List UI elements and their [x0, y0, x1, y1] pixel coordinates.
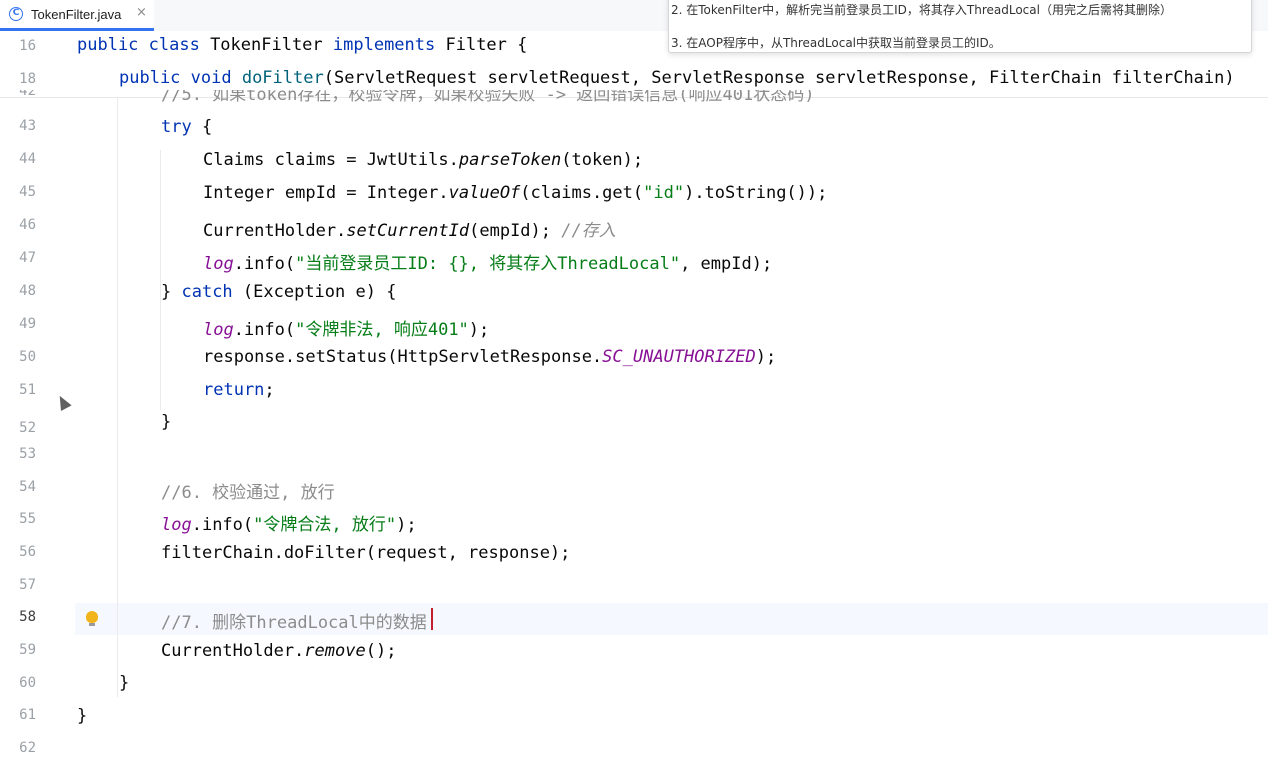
code-text: response.setStatus(HttpServletResponse.: [203, 347, 603, 367]
code-text: );: [755, 347, 777, 367]
code-line-50: response.setStatus(HttpServletResponse.S…: [203, 347, 776, 367]
code-text: );: [468, 320, 490, 340]
line-number: 42: [19, 90, 36, 99]
method-call: setCurrentId: [346, 221, 470, 241]
note-line-2: 2. 在TokenFilter中，解析完当前登录员工ID，将其存入ThreadL…: [671, 3, 1172, 17]
code-text: (ServletRequest servletRequest, ServletR…: [323, 68, 1235, 88]
code-line-49: log.info("令牌非法, 响应401");: [203, 315, 489, 340]
code-line-47: log.info("当前登录员工ID: {}, 将其存入ThreadLocal"…: [203, 249, 772, 274]
keyword: public class: [77, 35, 211, 55]
comment: //5. 如果token存在，校验令牌，如果校验失败 -> 返回错误信息(响应4…: [161, 90, 815, 104]
text-caret: [431, 608, 433, 630]
code-text: .info(: [191, 515, 254, 535]
code-line-59: CurrentHolder.remove();: [161, 641, 396, 661]
method-name: doFilter: [241, 68, 324, 88]
string-literal: "令牌非法, 响应401": [295, 320, 469, 340]
field-log: log: [203, 254, 234, 274]
code-line-52: }: [161, 412, 172, 432]
code-text: ();: [365, 641, 397, 661]
code-text: CurrentHolder.: [203, 221, 347, 241]
string-literal: "令牌合法, 放行": [253, 515, 397, 535]
code-text: , empId);: [680, 254, 773, 274]
code-text: .info(: [233, 254, 296, 274]
code-text: (Exception e) {: [232, 282, 397, 302]
code-line-58: //7. 删除ThreadLocal中的数据: [161, 608, 427, 633]
keyword: try: [161, 117, 192, 137]
keyword: return: [203, 380, 265, 400]
partial-line-42: 42 //5. 如果token存在，校验令牌，如果校验失败 -> 返回错误信息(…: [0, 90, 1268, 104]
note-line-3: 3. 在AOP程序中，从ThreadLocal中获取当前登录员工的ID。: [671, 36, 1001, 50]
code-text: Filter {: [445, 35, 528, 55]
constant-field: SC_UNAUTHORIZED: [602, 347, 756, 367]
code-text: (claims.get(: [520, 183, 644, 203]
code-text: CurrentHolder.: [161, 641, 305, 661]
class-name: TokenFilter: [210, 35, 333, 55]
code-text: .info(: [233, 320, 296, 340]
comment: //6. 校验通过, 放行: [161, 483, 335, 503]
code-line-46: CurrentHolder.setCurrentId(empId); //存入: [203, 216, 616, 241]
code-text: (empId);: [469, 221, 562, 241]
string-literal: "当前登录员工ID: {}, 将其存入ThreadLocal": [295, 254, 681, 274]
code-text: (token);: [561, 150, 644, 170]
keyword: implements: [332, 35, 446, 55]
sticky-line-18[interactable]: public void doFilter(ServletRequest serv…: [119, 68, 1235, 88]
field-log: log: [161, 515, 192, 535]
code-text: Integer empId = Integer.: [203, 183, 449, 203]
code-line-54: //6. 校验通过, 放行: [161, 478, 335, 503]
code-line-60: }: [119, 673, 130, 693]
code-line-45: Integer empId = Integer.valueOf(claims.g…: [203, 183, 827, 203]
code-text: {: [191, 117, 213, 137]
code-text: Claims claims = JwtUtils.: [203, 150, 459, 170]
method-call: parseToken: [458, 150, 562, 170]
keyword: public void: [119, 68, 242, 88]
code-line-48: } catch (Exception e) {: [161, 282, 396, 302]
code-line-51: return;: [203, 380, 275, 400]
comment: //7. 删除ThreadLocal中的数据: [161, 613, 427, 633]
field-log: log: [203, 320, 234, 340]
line-number: 18: [19, 71, 36, 87]
keyword: catch: [181, 282, 233, 302]
method-call: valueOf: [448, 183, 521, 203]
line-number: 16: [19, 38, 36, 54]
code-text: }: [161, 282, 182, 302]
code-text: ).toString());: [684, 183, 828, 203]
comment: //存入: [561, 221, 616, 241]
method-call: remove: [304, 641, 366, 661]
code-line-56: filterChain.doFilter(request, response);: [161, 543, 571, 563]
lightbulb-icon[interactable]: [86, 611, 98, 626]
sticky-line-16[interactable]: public class TokenFilter implements Filt…: [77, 35, 527, 55]
code-line-61: }: [77, 706, 88, 726]
code-line-43: try {: [161, 117, 212, 137]
code-line-55: log.info("令牌合法, 放行");: [161, 510, 417, 535]
string-literal: "id": [643, 183, 685, 203]
notes-popup: 2. 在TokenFilter中，解析完当前登录员工ID，将其存入ThreadL…: [668, 0, 1252, 53]
code-text: );: [396, 515, 417, 535]
code-text: ;: [264, 380, 275, 400]
code-line-44: Claims claims = JwtUtils.parseToken(toke…: [203, 150, 643, 170]
code-editor[interactable]: try { Claims claims = JwtUtils.parseToke…: [0, 0, 1268, 757]
